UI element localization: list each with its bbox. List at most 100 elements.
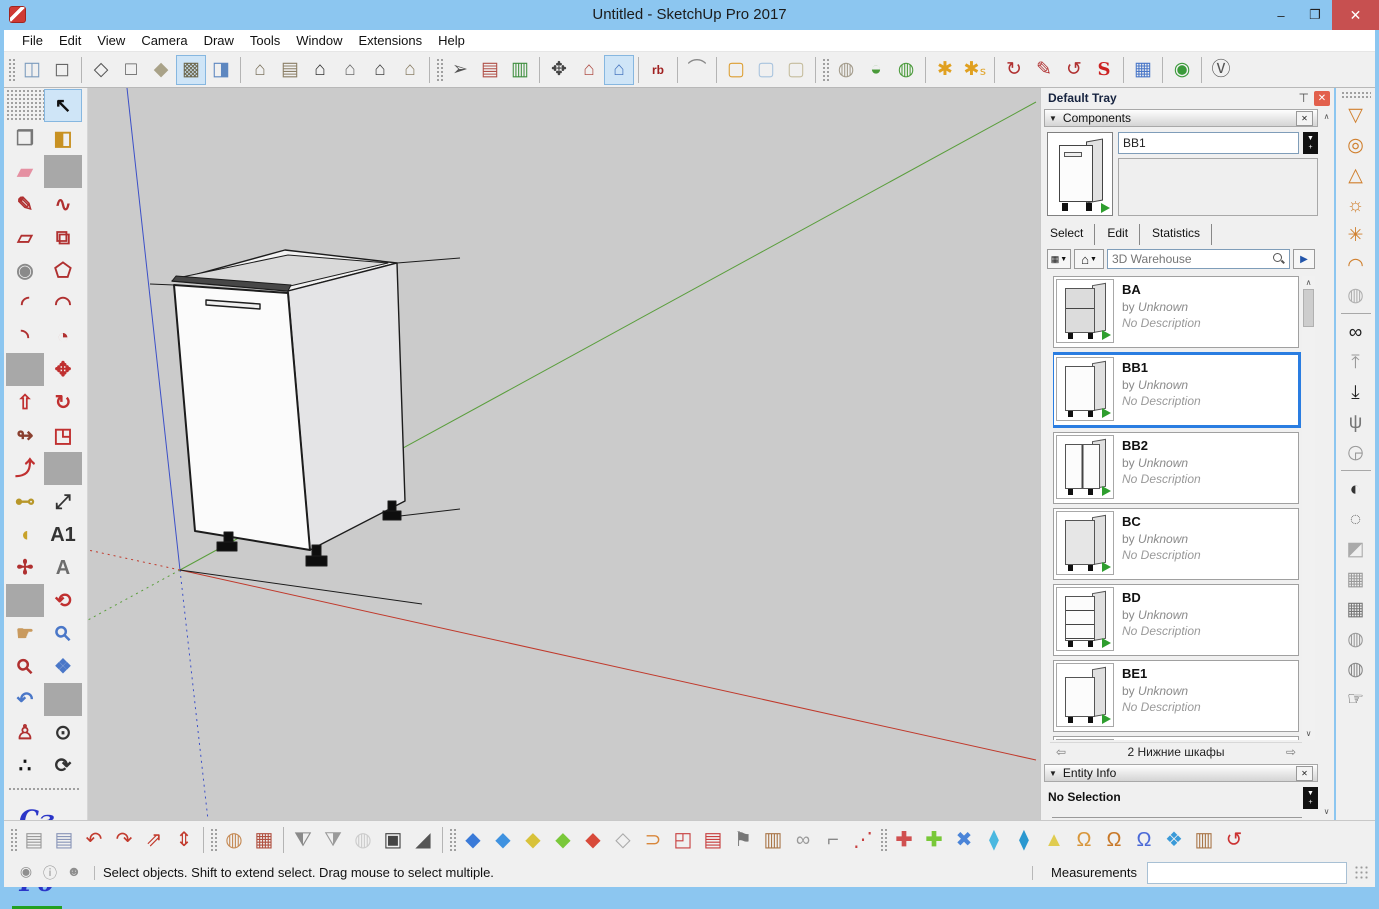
component-list-scrollbar[interactable]: ∧ ∨ (1302, 276, 1315, 740)
droplet-icon[interactable]: ⧫ (979, 825, 1009, 855)
edit-note-icon[interactable]: ✎ (1029, 55, 1059, 85)
vray-fur-icon[interactable]: ψ (1340, 407, 1372, 437)
position-camera-tool[interactable]: ♙ (6, 716, 44, 749)
grid-cube-icon[interactable]: ▦ (1128, 55, 1158, 85)
horseshoe-icon[interactable]: Ω (1069, 825, 1099, 855)
green-cross-icon[interactable]: ✚ (919, 825, 949, 855)
horseshoe-blue-icon[interactable]: Ω (1129, 825, 1159, 855)
dark-plane-icon[interactable]: ◢ (408, 825, 438, 855)
vray-dome-light-icon[interactable]: ◠ (1340, 250, 1372, 280)
view-left-icon[interactable]: ⌂ (395, 55, 425, 85)
vray-import-proxy-icon[interactable]: ⤓ (1340, 377, 1372, 407)
maximize-button[interactable]: ❐ (1298, 0, 1332, 30)
menu-item[interactable]: Extensions (351, 30, 431, 51)
blue-tiles-icon[interactable]: ✖ (949, 825, 979, 855)
loop-tool-icon[interactable]: ◒ (861, 55, 891, 85)
look-around-tool[interactable]: ⊙ (44, 716, 82, 749)
layer-green-icon[interactable]: ◆ (548, 825, 578, 855)
layer-yellow-icon[interactable]: ◆ (518, 825, 548, 855)
wood-blocks-icon[interactable]: ▥ (758, 825, 788, 855)
menu-item[interactable]: Tools (242, 30, 288, 51)
details-toggle-button[interactable]: ▼ + (1303, 787, 1318, 809)
nav-back-icon[interactable]: ⇦ (1050, 745, 1072, 759)
vray-spot-light-icon[interactable]: △ (1340, 160, 1372, 190)
axes-tool[interactable]: ✢ (6, 551, 44, 584)
vray-sphere-material-icon[interactable]: ◐ (1340, 474, 1372, 504)
bevel-corner-icon[interactable]: ▢ (781, 55, 811, 85)
hidden-line-icon[interactable]: □ (116, 55, 146, 85)
droplet-hash-icon[interactable]: ⧫ (1009, 825, 1039, 855)
vray-checker-sphere2-icon[interactable]: ◍ (1340, 654, 1372, 684)
vray-checker-sphere-icon[interactable]: ◍ (1340, 624, 1372, 654)
xray-mode-icon[interactable]: ◫ (17, 55, 47, 85)
menu-item[interactable]: Edit (51, 30, 89, 51)
texture-sheet-edge-icon[interactable]: ▤ (49, 825, 79, 855)
wireframe-icon[interactable]: ◇ (86, 55, 116, 85)
scale-diamond-icon[interactable]: ⧨ (288, 825, 318, 855)
power-button-icon[interactable]: ◉ (1167, 55, 1197, 85)
view-top-icon[interactable]: ▤ (275, 55, 305, 85)
rotated-rectangle-tool[interactable]: ⧉ (44, 221, 82, 254)
nav-forward-icon[interactable]: ⇨ (1280, 745, 1302, 759)
zoom-extents-tool[interactable]: ❖ (44, 650, 82, 683)
crate-icon[interactable]: ▥ (1189, 825, 1219, 855)
lines-square-icon[interactable]: ▤ (698, 825, 728, 855)
details-toggle-button[interactable]: ▼ + (1303, 132, 1318, 154)
uv-cone-icon[interactable]: ◍ (219, 825, 249, 855)
advanced-search-button[interactable]: ▶ (1293, 249, 1315, 269)
vray-sphere-icon[interactable]: ◍ (1340, 280, 1372, 310)
shaded-textures-icon[interactable]: ▩ (176, 55, 206, 85)
undo-red-icon[interactable]: ↺ (1219, 825, 1249, 855)
component-item[interactable]: BC by Unknown No Description (1053, 508, 1299, 580)
vray-checker-cube2-icon[interactable]: ▦ (1340, 594, 1372, 624)
follow-me-tool[interactable]: ↬ (6, 419, 44, 452)
texture-scale-icon[interactable]: ⇕ (169, 825, 199, 855)
fold-plane-icon[interactable]: ⧩ (318, 825, 348, 855)
entity-info-close-button[interactable]: ✕ (1296, 766, 1313, 781)
texture-sheet-icon[interactable]: ▤ (19, 825, 49, 855)
sketchup-logo-icon[interactable]: S (1089, 55, 1119, 85)
view-back-icon[interactable]: ⌂ (365, 55, 395, 85)
component-item[interactable]: BD by Unknown No Description (1053, 584, 1299, 656)
entity-info-panel-header[interactable]: ▼ Entity Info ✕ (1044, 764, 1318, 782)
walk-tool[interactable]: ∴ (6, 749, 44, 782)
compass-tool[interactable]: ⟳ (44, 749, 82, 782)
three-point-arc-tool[interactable]: ◝ (6, 320, 44, 353)
display-section-planes-icon[interactable]: ⌂ (574, 55, 604, 85)
layer-blue-icon[interactable]: ◆ (488, 825, 518, 855)
collapse-icon[interactable]: ▼ (1049, 114, 1057, 123)
paint-bucket-tool[interactable]: ◧ (44, 122, 82, 155)
text-tool[interactable]: A1 (44, 518, 82, 551)
search-icon[interactable] (1272, 252, 1286, 266)
line-tool[interactable]: ✎ (6, 188, 44, 221)
view-iso-icon[interactable]: ⌂ (245, 55, 275, 85)
sharp-corner-icon[interactable]: ▢ (751, 55, 781, 85)
layer-blue-hash-icon[interactable]: ◆ (458, 825, 488, 855)
layer-white-icon[interactable]: ◇ (608, 825, 638, 855)
menu-item[interactable]: Window (288, 30, 350, 51)
vray-omni-light-icon[interactable]: ✳ (1340, 220, 1372, 250)
vray-infinite-plane-icon[interactable]: ∞ (1340, 317, 1372, 347)
measurements-input[interactable] (1147, 862, 1347, 884)
zoom-window-tool[interactable]: ⚲ (6, 650, 44, 683)
geolocation-icon[interactable]: ◉ (14, 863, 38, 883)
minimize-button[interactable]: – (1264, 0, 1298, 30)
vray-logo-icon[interactable]: Ⓥ (1206, 55, 1236, 85)
help-icon[interactable]: ⓘ (38, 863, 62, 883)
links-icon[interactable]: ∞ (788, 825, 818, 855)
corner-square-icon[interactable]: ◰ (668, 825, 698, 855)
round-corner-icon[interactable]: ▢ (721, 55, 751, 85)
pan-tool[interactable]: ☛ (6, 617, 44, 650)
resize-grip[interactable] (1355, 866, 1369, 880)
back-edges-icon[interactable]: ◻ (47, 55, 77, 85)
move-tool[interactable]: ✥ (44, 353, 82, 386)
view-right-icon[interactable]: ⌂ (335, 55, 365, 85)
circle-tool[interactable]: ◉ (6, 254, 44, 287)
interact-tool-icon[interactable]: ➢ (445, 55, 475, 85)
components-panel-header[interactable]: ▼ Components ✕ (1044, 109, 1318, 127)
tray-close-button[interactable]: ✕ (1314, 91, 1330, 106)
scale-tool[interactable]: ◳ (44, 419, 82, 452)
components-close-button[interactable]: ✕ (1296, 111, 1313, 126)
uv-grid-icon[interactable]: ▦ (249, 825, 279, 855)
polygon-tool[interactable]: ⬠ (44, 254, 82, 287)
